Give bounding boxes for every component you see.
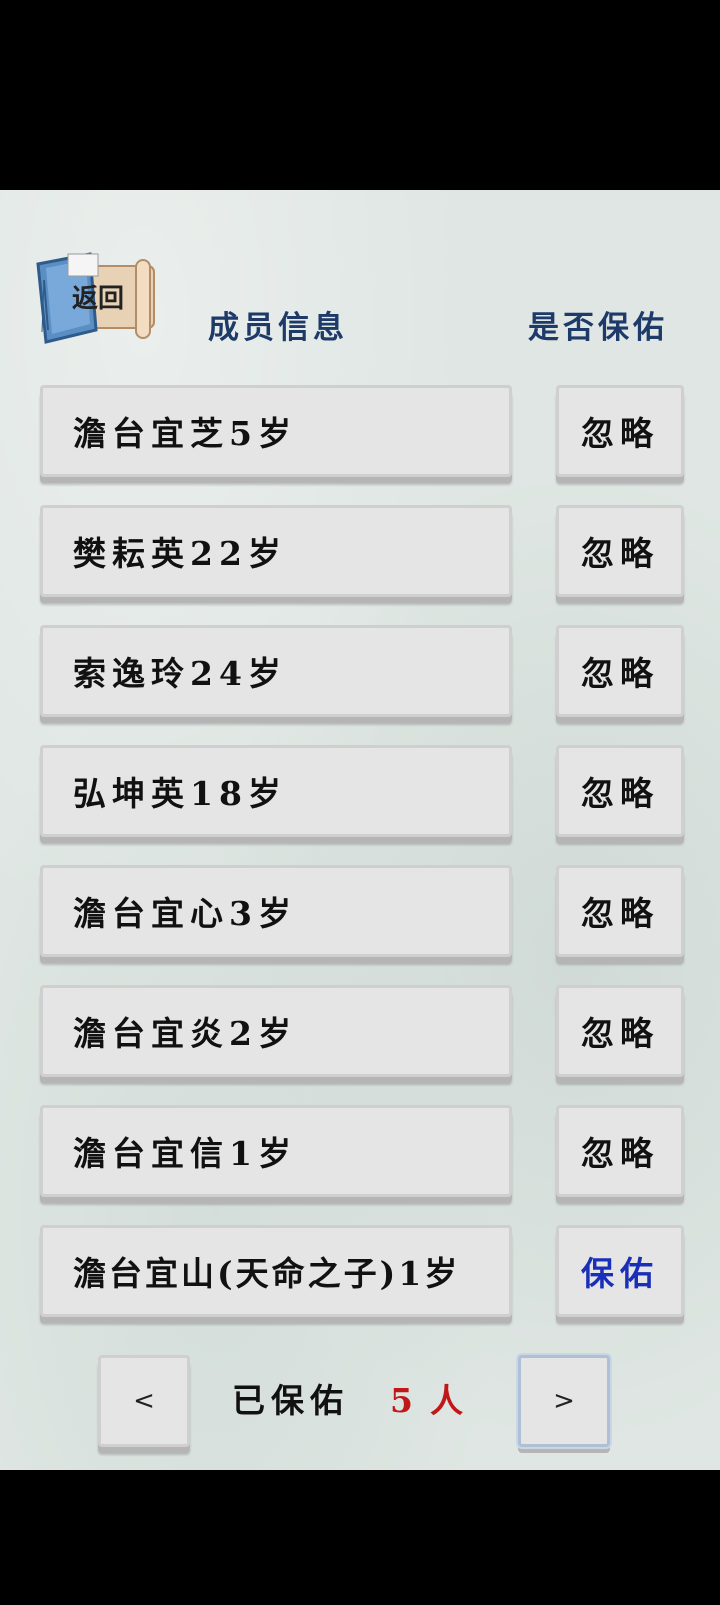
action-label: 忽略 <box>581 1014 659 1053</box>
ignore-button[interactable]: 忽略 <box>556 505 684 597</box>
member-row-button[interactable]: 澹台宜炎2岁 <box>40 985 512 1077</box>
action-label: 忽略 <box>581 1134 659 1173</box>
member-row-button[interactable]: 澹台宜心3岁 <box>40 865 512 957</box>
column-header-member: 成员信息 <box>208 310 348 346</box>
next-page-button[interactable]: > <box>518 1355 610 1447</box>
status-bar-area <box>0 0 720 190</box>
member-name: 澹台宜心3岁 <box>73 894 297 933</box>
action-label: 忽略 <box>581 654 659 693</box>
column-header-bless: 是否保佑 <box>528 310 668 346</box>
prev-page-button[interactable]: < <box>98 1355 190 1447</box>
action-label: 保佑 <box>581 1254 659 1293</box>
member-name: 弘坤英18岁 <box>73 774 287 813</box>
member-name: 澹台宜芝5岁 <box>73 414 297 453</box>
navigation-bar-area <box>0 1470 720 1605</box>
blessed-summary-label: 已保佑 <box>232 1381 349 1420</box>
member-name: 索逸玲24岁 <box>73 654 287 693</box>
action-label: 忽略 <box>581 894 659 933</box>
member-name: 樊耘英22岁 <box>73 534 287 573</box>
member-row-button[interactable]: 澹台宜芝5岁 <box>40 385 512 477</box>
member-row-button[interactable]: 弘坤英18岁 <box>40 745 512 837</box>
ignore-button[interactable]: 忽略 <box>556 385 684 477</box>
action-label: 忽略 <box>581 534 659 573</box>
ignore-button[interactable]: 忽略 <box>556 985 684 1077</box>
member-name: 澹台宜炎2岁 <box>73 1014 297 1053</box>
member-name: 澹台宜山(天命之子)1岁 <box>73 1254 461 1293</box>
action-label: 忽略 <box>581 774 659 813</box>
member-row-button[interactable]: 索逸玲24岁 <box>40 625 512 717</box>
member-name: 澹台宜信1岁 <box>73 1134 297 1173</box>
back-label: 返回 <box>72 284 125 314</box>
ignore-button[interactable]: 忽略 <box>556 865 684 957</box>
family-bless-panel: 返回 成员信息 是否保佑 澹台宜芝5岁 忽略 樊耘英22岁 忽略 索逸玲24岁 … <box>0 190 720 1470</box>
blessed-count: 5 <box>390 1381 419 1420</box>
action-label: 忽略 <box>581 414 659 453</box>
back-button[interactable]: 返回 <box>32 250 162 350</box>
ignore-button[interactable]: 忽略 <box>556 625 684 717</box>
member-row-button[interactable]: 澹台宜山(天命之子)1岁 <box>40 1225 512 1317</box>
member-row-button[interactable]: 樊耘英22岁 <box>40 505 512 597</box>
member-row-button[interactable]: 澹台宜信1岁 <box>40 1105 512 1197</box>
ignore-button[interactable]: 忽略 <box>556 745 684 837</box>
ignore-button[interactable]: 忽略 <box>556 1105 684 1197</box>
bless-button[interactable]: 保佑 <box>556 1225 684 1317</box>
blessed-count-unit: 人 <box>430 1381 469 1420</box>
